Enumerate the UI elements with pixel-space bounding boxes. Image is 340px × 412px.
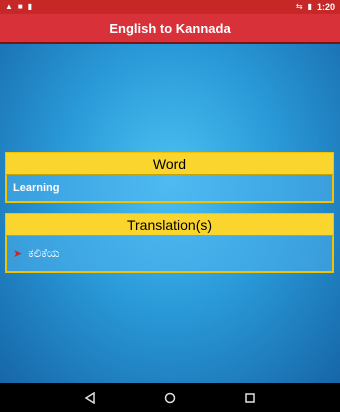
- app-bar: English to Kannada: [0, 14, 340, 44]
- home-icon[interactable]: [160, 388, 180, 408]
- status-time: 1:20: [316, 2, 335, 12]
- arrow-icon: ➤: [13, 248, 23, 260]
- word-panel-header: Word: [6, 153, 333, 175]
- word-value[interactable]: Learning: [6, 175, 333, 202]
- sd-card-icon: ▮: [27, 2, 33, 11]
- translation-item[interactable]: ➤ ಕಲಿಕೆಯ: [6, 236, 333, 272]
- translation-panel: Translation(s) ➤ ಕಲಿಕೆಯ: [5, 213, 334, 273]
- back-icon[interactable]: [80, 388, 100, 408]
- status-bar: ▲ ■ ▮ ⇆ ▮ 1:20: [0, 0, 340, 14]
- app-icon: ■: [17, 2, 23, 11]
- main-content: Word Learning Translation(s) ➤ ಕಲಿಕೆಯ: [0, 44, 340, 383]
- word-text: Learning: [13, 182, 60, 194]
- translation-text: ಕಲಿಕೆಯ: [28, 246, 60, 260]
- translation-panel-header: Translation(s): [6, 214, 333, 236]
- wifi-arrows-icon: ⇆: [295, 2, 303, 11]
- app-title: English to Kannada: [109, 20, 231, 36]
- word-panel: Word Learning: [5, 152, 334, 203]
- navigation-bar: [0, 383, 340, 412]
- alert-icon: ▲: [5, 2, 13, 11]
- status-left: ▲ ■ ▮: [5, 0, 32, 14]
- battery-icon: ▮: [307, 2, 312, 11]
- status-right: ⇆ ▮ 1:20: [296, 0, 335, 14]
- recents-icon[interactable]: [240, 388, 260, 408]
